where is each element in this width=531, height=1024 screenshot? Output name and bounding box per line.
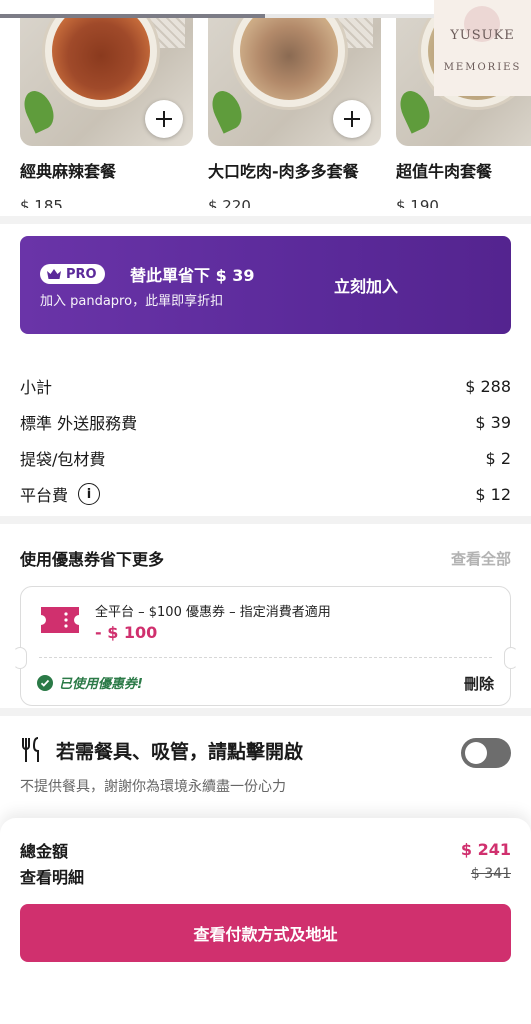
checkout-summary-sheet: 總金額 $ 241 查看明細 $ 341 查看付款方式及地址 xyxy=(0,818,531,1024)
cutlery-option: 若需餐具、吸管，請點擊開啟 不提供餐具，謝謝你為環境永續盡一份心力 xyxy=(20,736,511,796)
fee-label: 提袋/包材費 xyxy=(20,450,106,469)
fee-label: 平台費 xyxy=(20,486,69,505)
add-item-button[interactable] xyxy=(145,100,183,138)
voucher-heading: 使用優惠券省下更多 xyxy=(20,550,165,569)
watermark-logo: YUSUKE MEMORIES xyxy=(434,0,531,96)
fee-value: $ 288 xyxy=(465,376,511,396)
item-name: 大口吃肉-肉多多套餐 xyxy=(208,162,359,181)
plus-icon xyxy=(344,111,360,127)
pro-subtitle: 加入 pandapro，此單即享折扣 xyxy=(40,294,224,309)
recommended-item-2[interactable]: 大口吃肉-肉多多套餐 $ 220 xyxy=(208,18,381,208)
item-price: $ 220 xyxy=(208,197,251,208)
voucher-title: 全平台 – $100 優惠券 – 指定消費者適用 xyxy=(95,605,331,620)
view-payment-address-button[interactable]: 查看付款方式及地址 xyxy=(20,904,511,962)
pro-badge: PRO xyxy=(40,264,105,284)
join-pro-button[interactable]: 立刻加入 xyxy=(334,273,398,297)
cutlery-icon xyxy=(22,737,39,762)
fee-row-subtotal: 小計 $ 288 xyxy=(20,368,511,404)
voucher-card[interactable]: 全平台 – $100 優惠券 – 指定消費者適用 - $ 100 已使用優惠券!… xyxy=(13,586,518,706)
cutlery-subtitle: 不提供餐具，謝謝你為環境永續盡一份心力 xyxy=(20,779,286,795)
fee-row-bag: 提袋/包材費 $ 2 xyxy=(20,440,511,476)
check-circle-icon xyxy=(37,674,53,691)
fee-row-delivery: 標準 外送服務費 $ 39 xyxy=(20,404,511,440)
section-divider xyxy=(0,516,531,524)
view-details-link[interactable]: 查看明細 xyxy=(20,864,84,888)
recommended-item-1[interactable]: 經典麻辣套餐 $ 185 xyxy=(20,18,193,208)
voucher-applied-status: 已使用優惠券! xyxy=(37,673,143,692)
watermark-line2: MEMORIES xyxy=(443,62,522,73)
section-divider xyxy=(0,708,531,716)
item-price: $ 185 xyxy=(20,197,63,208)
fee-label: 標準 外送服務費 xyxy=(20,414,138,433)
fee-value: $ 39 xyxy=(475,412,511,432)
total-value: $ 241 xyxy=(460,840,511,859)
fee-value: $ 12 xyxy=(475,484,511,504)
item-name: 超值牛肉套餐 xyxy=(396,162,493,181)
voucher-used-label: 已使用優惠券! xyxy=(59,677,143,692)
section-divider xyxy=(0,216,531,224)
view-all-vouchers-link[interactable]: 查看全部 xyxy=(451,548,511,569)
original-total: $ 341 xyxy=(470,866,511,882)
pro-badge-label: PRO xyxy=(66,266,97,282)
add-item-button[interactable] xyxy=(333,100,371,138)
voucher-amount: - $ 100 xyxy=(95,623,158,642)
pro-savings-title: 替此單省下 $ 39 xyxy=(130,266,255,285)
voucher-header: 使用優惠券省下更多 查看全部 xyxy=(20,546,511,570)
total-label: 總金額 xyxy=(20,842,69,861)
fee-value: $ 2 xyxy=(485,448,511,468)
item-price: $ 190 xyxy=(396,197,439,208)
cutlery-title: 若需餐具、吸管，請點擊開啟 xyxy=(56,740,304,763)
fee-label: 小計 xyxy=(20,378,53,397)
fee-breakdown: 小計 $ 288 標準 外送服務費 $ 39 提袋/包材費 $ 2 平台費 i … xyxy=(20,368,511,512)
plus-icon xyxy=(156,111,172,127)
fee-row-platform: 平台費 i $ 12 xyxy=(20,476,511,512)
cutlery-toggle[interactable] xyxy=(461,738,511,768)
ticket-icon xyxy=(41,607,79,633)
crown-icon xyxy=(47,269,61,279)
pandapro-banner[interactable]: PRO 替此單省下 $ 39 加入 pandapro，此單即享折扣 立刻加入 xyxy=(20,236,511,334)
item-name: 經典麻辣套餐 xyxy=(20,162,117,181)
info-icon[interactable]: i xyxy=(78,483,101,505)
watermark-line1: YUSUKE xyxy=(450,28,515,43)
remove-voucher-button[interactable]: 刪除 xyxy=(464,673,494,694)
